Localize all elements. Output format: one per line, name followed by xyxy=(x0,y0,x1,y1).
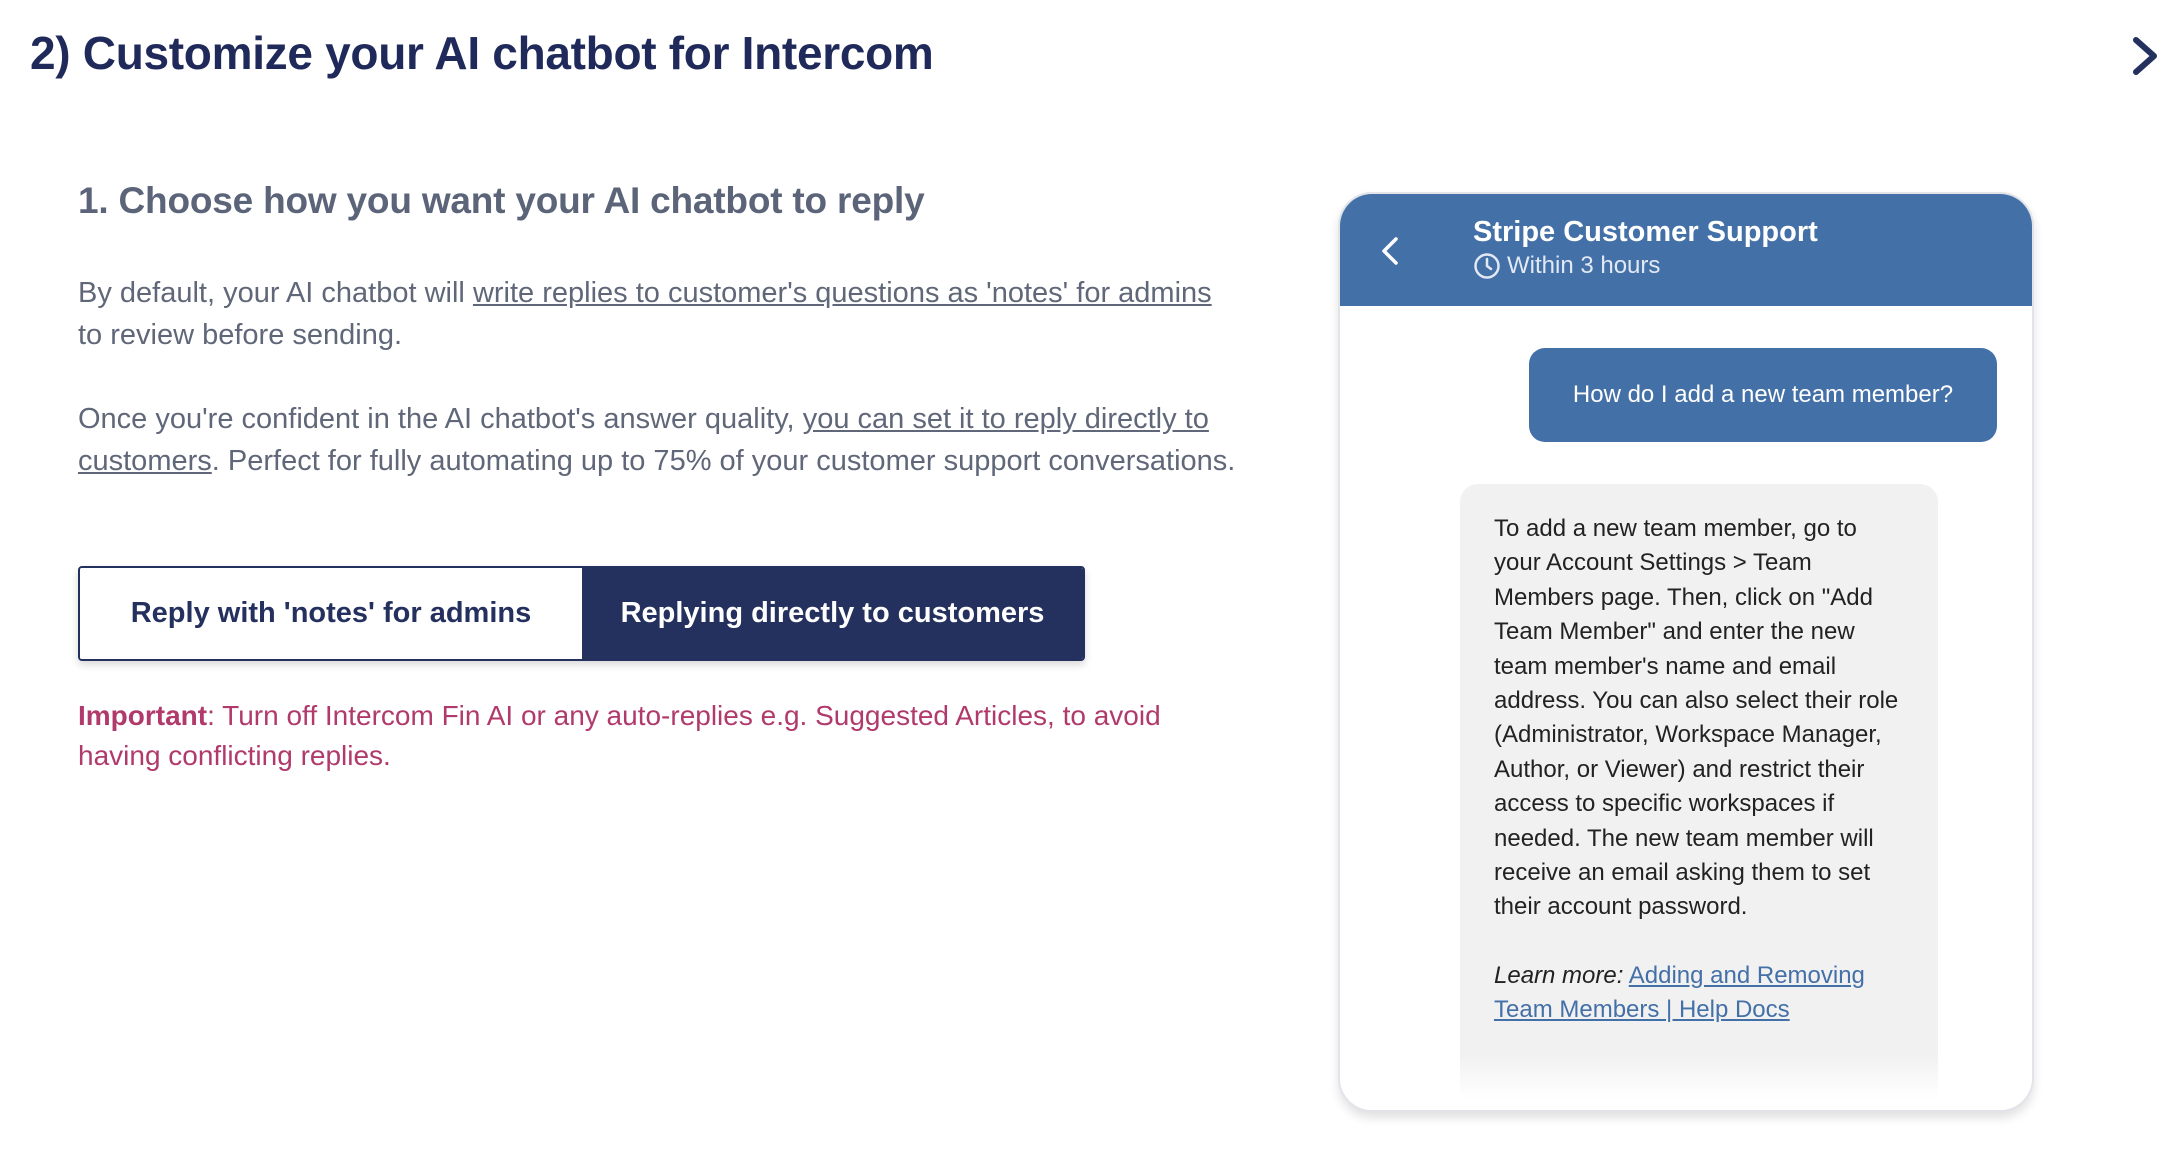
page-header: 2) Customize your AI chatbot for Interco… xyxy=(0,0,2172,115)
notes-for-admins-link[interactable]: write replies to customer's questions as… xyxy=(473,277,1212,309)
chat-subtitle: Within 3 hours xyxy=(1507,252,1661,279)
user-message-bubble: How do I add a new team member? xyxy=(1529,348,1997,442)
important-label: Important xyxy=(78,700,208,731)
para1-end-text: to review before sending. xyxy=(78,319,403,351)
chat-response-time: Within 3 hours xyxy=(1473,252,1660,280)
learn-more: Learn more: Adding and Removing Team Mem… xyxy=(1494,959,1904,1028)
para2-end-text: . Perfect for fully automating up to 75%… xyxy=(211,445,1236,477)
chevron-left-icon[interactable] xyxy=(1378,234,1402,268)
clock-icon xyxy=(1474,253,1500,279)
chat-title: Stripe Customer Support xyxy=(1473,216,1818,248)
para1-text: By default, your AI chatbot will xyxy=(78,277,473,309)
reply-mode-toggle: Reply with 'notes' for admins Replying d… xyxy=(78,566,1085,661)
section-title: 1. Choose how you want your AI chatbot t… xyxy=(78,180,925,221)
reply-mode-section: 1. Choose how you want your AI chatbot t… xyxy=(78,180,1238,482)
important-notice: Important: Turn off Intercom Fin AI or a… xyxy=(78,696,1248,776)
learn-more-label: Learn more: xyxy=(1494,961,1624,989)
scroll-fade xyxy=(1340,1054,2032,1110)
chevron-right-icon[interactable] xyxy=(2128,36,2162,76)
chat-preview-widget: Stripe Customer Support Within 3 hours H… xyxy=(1338,192,2034,1112)
direct-reply-paragraph: Once you're confident in the AI chatbot'… xyxy=(78,398,1238,482)
chat-header: Stripe Customer Support Within 3 hours xyxy=(1340,194,2032,306)
default-behavior-paragraph: By default, your AI chatbot will write r… xyxy=(78,272,1238,356)
bot-message-bubble: To add a new team member, go to your Acc… xyxy=(1460,484,1938,1110)
page-title: 2) Customize your AI chatbot for Interco… xyxy=(30,27,934,79)
reply-with-notes-button[interactable]: Reply with 'notes' for admins xyxy=(80,568,582,659)
para2-text: Once you're confident in the AI chatbot'… xyxy=(78,403,803,435)
bot-message-text: To add a new team member, go to your Acc… xyxy=(1494,515,1899,921)
important-text: : Turn off Intercom Fin AI or any auto-r… xyxy=(78,700,1161,771)
reply-directly-button[interactable]: Replying directly to customers xyxy=(582,568,1083,659)
